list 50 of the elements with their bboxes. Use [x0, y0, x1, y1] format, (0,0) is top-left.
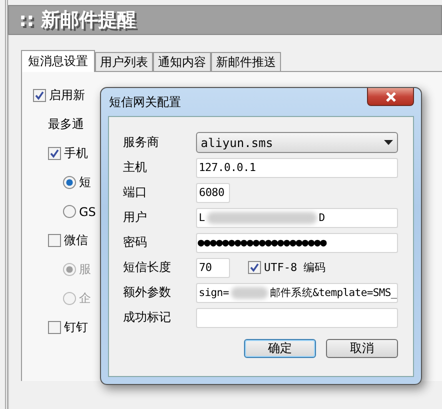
tab[interactable]: 用户列表 — [95, 52, 153, 71]
checkbox[interactable] — [248, 261, 261, 274]
option-label: 微信 — [64, 232, 88, 249]
radio-button[interactable] — [63, 176, 76, 189]
checkbox[interactable] — [48, 234, 61, 247]
input-field[interactable]: ●●●●●●●●●●●●●●●●●●●●● — [196, 232, 398, 252]
field-label: 最多通 — [48, 116, 84, 133]
tab[interactable]: 通知内容 — [153, 52, 211, 71]
option-label: GS — [79, 204, 96, 218]
option-label: 手机 — [64, 145, 88, 162]
field-text: sign= — [198, 286, 229, 300]
field-label: 成功标记 — [123, 309, 172, 326]
field-label: 额外参数 — [123, 284, 172, 301]
field-text: L — [198, 210, 205, 226]
checkbox[interactable] — [33, 89, 46, 102]
dropdown[interactable]: aliyun.sms — [196, 132, 398, 153]
confirm-button[interactable]: 确定 — [244, 339, 316, 358]
field-label: 用户 — [123, 209, 148, 226]
option-label: 服 — [79, 261, 91, 278]
field-label: 密码 — [123, 234, 148, 251]
dropdown-value: aliyun.sms — [200, 136, 273, 150]
field-label: 服务商 — [123, 134, 160, 151]
close-button[interactable] — [367, 88, 414, 106]
checkbox-label: UTF-8 编码 — [264, 260, 326, 275]
option-label: 启用新 — [49, 87, 85, 104]
field-text: 邮件系统&template=SMS_ — [270, 286, 397, 300]
input-field[interactable]: 70 — [196, 258, 230, 278]
input-field[interactable]: L D — [196, 208, 398, 228]
field-label: 主机 — [123, 159, 148, 176]
caret-icon — [384, 140, 393, 145]
checkbox[interactable] — [48, 147, 61, 160]
dialog-title: 短信网关配置 — [108, 94, 181, 110]
option-label: 短 — [79, 174, 91, 191]
field-label: 短信长度 — [123, 259, 172, 276]
redaction-blur — [230, 286, 268, 298]
option-label: 企 — [79, 290, 91, 307]
input-field[interactable] — [196, 308, 398, 328]
field-text: D — [318, 210, 325, 226]
option-label: 钉钉 — [64, 319, 88, 336]
tab[interactable]: 新邮件推送 — [211, 52, 281, 71]
input-field[interactable]: sign= 邮件系统&template=SMS_ — [196, 282, 398, 302]
input-field[interactable]: 6080 — [196, 182, 230, 202]
cancel-button[interactable]: 取消 — [326, 339, 398, 358]
close-icon — [384, 92, 396, 102]
checkbox[interactable] — [48, 321, 61, 334]
input-field[interactable]: 127.0.0.1 — [196, 158, 398, 178]
field-label: 端口 — [123, 184, 148, 201]
window-title: :: 新邮件提醒 — [8, 5, 442, 35]
radio-button[interactable] — [63, 205, 76, 218]
tab[interactable]: 短消息设置 — [21, 50, 95, 72]
